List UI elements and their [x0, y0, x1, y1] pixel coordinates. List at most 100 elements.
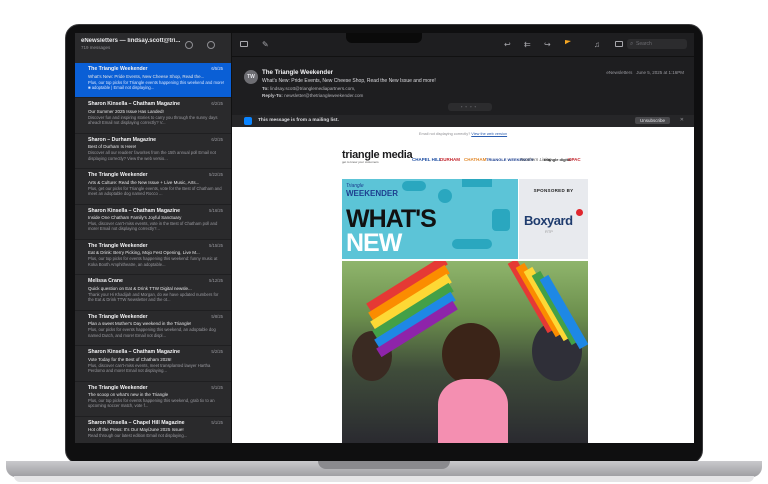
message-sender: Sharon Kinsella – Chatham Magazine: [88, 349, 180, 356]
partner-logo[interactable]: CHAPEL HILL: [412, 157, 442, 162]
message-sender: The Triangle Weekender: [88, 66, 148, 72]
message-preview: Plus, our picks for events happening thi…: [88, 327, 216, 338]
message-count: 719 messages: [81, 45, 111, 50]
compose-icon[interactable]: [207, 41, 215, 49]
decorative-shape: [452, 239, 492, 249]
web-version-link[interactable]: View the web version: [471, 132, 507, 136]
message-preview: Plus, get our picks for Triangle events,…: [88, 185, 222, 197]
partner-logo[interactable]: DURHAM: [440, 157, 460, 162]
laptop-opening-lip: [318, 461, 450, 469]
reply-icon[interactable]: ↩: [504, 41, 511, 49]
to-address[interactable]: lindsay.scott@trianglemediapartners.com,: [270, 86, 355, 91]
message-sender: Sharon – Durham Magazine: [88, 136, 157, 143]
mailbox-title: eNewsletters — lindsay.scott@tri...: [81, 38, 181, 44]
sponsor-box[interactable]: SPONSORED BY Boxyard RTP: [519, 179, 588, 259]
sponsor-logo-mark: [576, 209, 583, 216]
close-icon[interactable]: ✕: [680, 117, 684, 123]
message-list-item[interactable]: Sharon Kinsella – Chapel Hill Magazine 5/…: [75, 417, 231, 443]
folder-icon[interactable]: [615, 41, 623, 47]
avatar: TW: [244, 70, 258, 84]
message-preview: Plus, discover can't-miss events, vote i…: [88, 221, 218, 232]
reading-pane: ✎ ↩ ⇇ ↪ ♫ ⌕ Search TW The Triangle Weeke…: [232, 33, 694, 443]
message-subject: The scoop on what's new in the Triangle: [88, 392, 169, 398]
message-list-item[interactable]: The Triangle Weekender 5/22/25 Arts & Cult…: [75, 169, 231, 205]
hero-headline: WHAT'S NEW: [346, 207, 437, 256]
message-list-item[interactable]: The Triangle Weekender 5/1/25 The scoop on…: [75, 382, 231, 417]
search-placeholder: Search: [636, 41, 652, 47]
message-list-item[interactable]: Sharon Kinsella – Chatham Magazine 5/16/2…: [75, 205, 231, 240]
to-label: To:: [262, 86, 269, 91]
envelope-icon[interactable]: [240, 41, 248, 47]
forward-icon[interactable]: ↪: [544, 41, 551, 49]
compose-icon[interactable]: ✎: [262, 41, 269, 49]
decorative-shape: [492, 209, 510, 231]
message-subject: Arts & Culture: Read the New Issue + Liv…: [88, 179, 200, 185]
message-preview: Discover fun and inspiring stories to ca…: [88, 114, 218, 126]
camera-notch: [346, 33, 422, 43]
message-date: 5/1/25: [211, 419, 223, 425]
to-line: To: lindsay.scott@trianglemediapartners.…: [262, 86, 694, 91]
message-list-item[interactable]: The Triangle Weekender 5/15/25 Eat & Drink…: [75, 240, 231, 276]
message-date: 6/5/25: [211, 66, 223, 71]
message-preview: Read through our latest edition Email no…: [88, 433, 188, 439]
message-subject: Plan a sweet Mother's Day weekend in the…: [88, 321, 192, 327]
message-preview: Plus, discover can't-miss events, meet t…: [88, 362, 211, 374]
pride-event-photo[interactable]: [342, 261, 588, 443]
hero-banner[interactable]: Triangle WEEKENDER WHAT'S NEW: [342, 179, 518, 259]
message-list-item[interactable]: Sharon – Durham Magazine 6/2/25 Best of Du…: [75, 134, 231, 170]
partner-logo-row: triangle media get to know your customer…: [342, 150, 587, 173]
message-list: The Triangle Weekender 6/5/25 What's New: …: [75, 63, 231, 443]
message-date: 5/12/25: [209, 278, 223, 284]
search-icon: ⌕: [630, 40, 634, 47]
message-tools[interactable]: ▫▫▫▫: [448, 103, 492, 111]
unsubscribe-button[interactable]: Unsubscribe: [634, 116, 670, 124]
message-subject: Vote Today for the Best of Chatham 2026!: [88, 356, 172, 362]
message-subject: Eat & Drink: Berry Picking, Mojo Fest Op…: [88, 250, 200, 256]
flag-icon[interactable]: [565, 40, 571, 45]
web-version-prefix: Email not displaying correctly?: [418, 132, 471, 136]
photo-shoulders: [438, 379, 508, 443]
mailbox-header: eNewsletters — lindsay.scott@tri... 719 …: [75, 33, 231, 63]
weekender-wordmark: Triangle WEEKENDER: [346, 183, 399, 198]
message-preview: Plus, our top picks for events happening…: [88, 398, 215, 409]
sponsor-name: Boxyard: [524, 213, 573, 228]
message-sender: The Triangle Weekender: [88, 172, 148, 179]
partner-logo[interactable]: OPAC: [568, 157, 581, 162]
message-date: 5/2/25: [211, 349, 223, 355]
bell-icon[interactable]: ♫: [594, 41, 600, 49]
message-list-item[interactable]: Sharon Kinsella – Chatham Magazine 5/2/25…: [75, 346, 231, 382]
message-list-item[interactable]: The Triangle Weekender 6/5/25 What's New: …: [75, 63, 231, 99]
triangle-media-logo[interactable]: triangle media get to know your customer…: [342, 150, 413, 165]
sponsor-label: SPONSORED BY: [533, 188, 574, 193]
laptop-base-shadow: [14, 476, 754, 482]
message-date: 5/8/25: [211, 313, 223, 319]
reply-all-icon[interactable]: ⇇: [524, 41, 531, 49]
mail-app-window: eNewsletters — lindsay.scott@tri... 719 …: [75, 33, 694, 443]
message-sender: The Triangle Weekender: [88, 384, 148, 391]
message-date: 5/22/25: [209, 172, 223, 178]
message-list-item[interactable]: Sharon Kinsella – Chatham Magazine 6/2/25…: [75, 98, 231, 134]
search-input[interactable]: ⌕ Search: [627, 39, 687, 49]
message-sender: Sharon Kinsella – Chatham Magazine: [88, 101, 180, 108]
message-list-item[interactable]: Melissa Crane 5/12/25 Quick question on Ea…: [75, 275, 231, 311]
partner-logo[interactable]: CHATHAM: [464, 157, 486, 162]
message-subject: Our Summer 2025 Issue Has Landed!: [88, 108, 164, 114]
message-subject: Inside One Chatham Family's Joyful Sanct…: [88, 215, 182, 221]
message-list-item[interactable]: The Triangle Weekender 5/8/25 Plan a sweet…: [75, 311, 231, 347]
message-sender: Sharon Kinsella – Chapel Hill Magazine: [88, 419, 185, 426]
reply-to-address[interactable]: newsletter@thetriangleweekender.com: [284, 93, 363, 98]
info-icon: [244, 117, 252, 125]
message-date: June 5, 2025 at 1:16PM: [636, 70, 684, 75]
decorative-shape: [402, 181, 426, 191]
message-sender: The Triangle Weekender: [88, 242, 148, 249]
reader-toolbar: ✎ ↩ ⇇ ↪ ♫ ⌕ Search: [232, 33, 694, 57]
wordmark-main: WEEKENDER: [346, 189, 399, 198]
message-subject: What's New: Pride Events, New Cheese Sho…: [262, 78, 436, 84]
message-date: 5/15/25: [209, 242, 223, 248]
message-subject: What's New: Pride Events, New Cheese Sho…: [88, 73, 205, 79]
message-sender: Sharon Kinsella – Chatham Magazine: [88, 207, 180, 214]
message-date: 6/2/25: [211, 101, 223, 107]
message-header: TW The Triangle Weekender What's New: Pr…: [232, 57, 694, 115]
message-sender: Melissa Crane: [88, 278, 123, 285]
filter-icon[interactable]: [185, 41, 193, 49]
